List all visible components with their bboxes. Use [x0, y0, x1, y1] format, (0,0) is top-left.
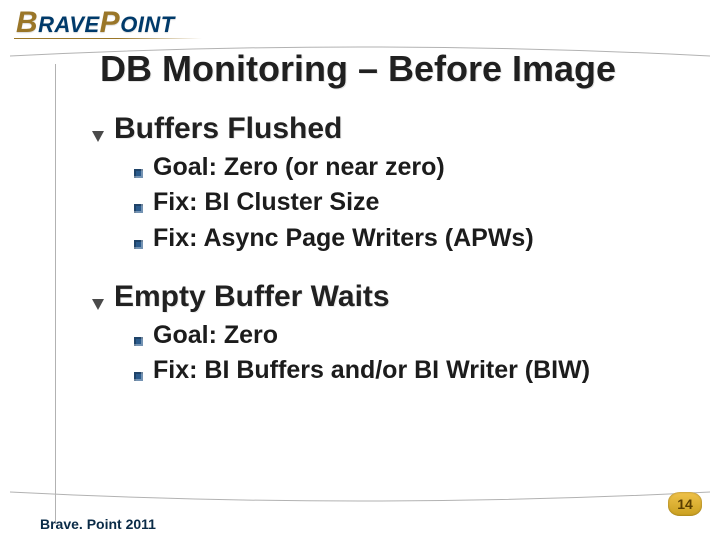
frame-rule-side	[55, 64, 56, 524]
list-item-text: Fix: BI Cluster Size	[153, 187, 379, 218]
section-heading: Empty Buffer Waits	[92, 280, 682, 314]
section-heading-text: Empty Buffer Waits	[114, 280, 390, 314]
list-item-text: Goal: Zero	[153, 320, 278, 351]
square-bullet-icon	[134, 337, 143, 346]
section-heading: Buffers Flushed	[92, 112, 682, 146]
footer-text: Brave. Point 2011	[40, 516, 156, 532]
page-number: 14	[677, 496, 693, 512]
list-item: Fix: Async Page Writers (APWs)	[134, 223, 682, 254]
list-item-text: Goal: Zero (or near zero)	[153, 152, 445, 183]
logo-p: P	[100, 6, 121, 39]
list-item-text: Fix: BI Buffers and/or BI Writer (BIW)	[153, 355, 590, 386]
section-items: Goal: Zero Fix: BI Buffers and/or BI Wri…	[134, 320, 682, 387]
square-bullet-icon	[134, 240, 143, 249]
square-bullet-icon	[134, 204, 143, 213]
list-item: Goal: Zero	[134, 320, 682, 351]
slide-title: DB Monitoring – Before Image	[100, 48, 616, 90]
logo-oint: OINT	[120, 12, 175, 37]
square-bullet-icon	[134, 169, 143, 178]
logo-b: B	[16, 6, 38, 39]
logo-underline	[14, 38, 202, 39]
slide: BRAVEPOINT DB Monitoring – Before Image …	[0, 0, 720, 540]
section-heading-text: Buffers Flushed	[114, 112, 342, 146]
brand-logo: BRAVEPOINT	[16, 8, 175, 38]
section-buffers-flushed: Buffers Flushed Goal: Zero (or near zero…	[92, 112, 682, 254]
list-item: Fix: BI Cluster Size	[134, 187, 682, 218]
triangle-bullet-icon	[92, 299, 104, 310]
list-item: Goal: Zero (or near zero)	[134, 152, 682, 183]
list-item: Fix: BI Buffers and/or BI Writer (BIW)	[134, 355, 682, 386]
triangle-bullet-icon	[92, 131, 104, 142]
section-items: Goal: Zero (or near zero) Fix: BI Cluste…	[134, 152, 682, 254]
page-number-badge: 14	[668, 492, 702, 516]
square-bullet-icon	[134, 372, 143, 381]
slide-body: Buffers Flushed Goal: Zero (or near zero…	[92, 104, 682, 386]
logo-rave: RAVE	[38, 12, 100, 37]
list-item-text: Fix: Async Page Writers (APWs)	[153, 223, 534, 254]
frame-arc-bottom	[10, 490, 710, 504]
section-empty-buffer-waits: Empty Buffer Waits Goal: Zero Fix: BI Bu…	[92, 280, 682, 387]
